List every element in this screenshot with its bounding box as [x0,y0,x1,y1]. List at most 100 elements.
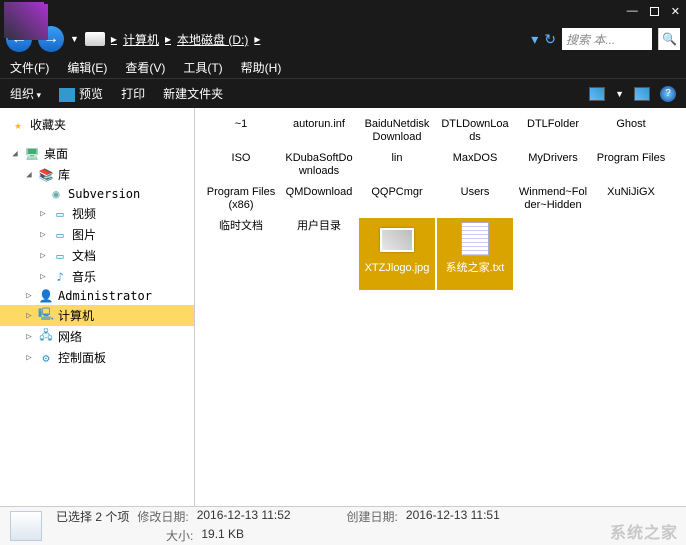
nav-bar: ← → ▼ ▸ 计算机 ▸ 本地磁盘 (D:) ▸ ▾ ↻ 搜索 本... 🔍 [0,22,686,56]
file-item[interactable]: 临时文档 [203,218,279,290]
file-label: DTLDownLoads [439,118,511,144]
expand-icon[interactable]: ▷ [24,332,34,342]
menu-tools[interactable]: 工具(T) [183,59,222,76]
file-item[interactable]: BaiduNetdiskDownload [359,116,435,146]
menu-file[interactable]: 文件(F) [10,59,49,76]
file-item[interactable]: XuNiJiGX [593,184,669,214]
expand-icon[interactable]: ▷ [24,291,34,301]
history-dropdown[interactable]: ▼ [70,34,79,44]
status-create-label: 创建日期: [347,508,398,525]
collapse-icon[interactable]: ◢ [24,170,34,180]
file-item[interactable]: lin [359,150,435,180]
file-label: Program Files (x86) [205,186,277,212]
file-label: KDubaSoftDownloads [283,152,355,178]
collapse-icon[interactable]: ◢ [10,149,20,159]
minimize-button[interactable]: — [627,5,638,17]
file-label: ISO [232,152,251,178]
breadcrumb-computer[interactable]: 计算机 [123,31,159,48]
file-label: Program Files [597,152,665,178]
file-item[interactable]: Program Files (x86) [203,184,279,214]
view-mode-icon[interactable] [589,87,605,101]
status-selection: 已选择 2 个项 [56,508,129,525]
music-icon: ♪ [52,270,68,284]
file-item[interactable]: autorun.inf [281,116,357,146]
file-item[interactable]: 系统之家.txt [437,218,513,290]
file-item[interactable]: Ghost [593,116,669,146]
expand-icon[interactable]: ▷ [38,230,48,240]
breadcrumb-drive[interactable]: 本地磁盘 (D:) [177,31,248,48]
file-item[interactable]: QQPCmgr [359,184,435,214]
expand-icon[interactable]: ▷ [24,353,34,363]
tree-subversion[interactable]: ◉Subversion [0,185,194,203]
expand-icon[interactable]: ▷ [24,311,34,321]
file-item[interactable]: Winmend~Folder~Hidden [515,184,591,214]
file-item[interactable]: MaxDOS [437,150,513,180]
print-button[interactable]: 打印 [121,85,145,102]
tree-control-panel[interactable]: ▷⚙控制面板 [0,347,194,368]
file-list[interactable]: ~1 autorun.inf BaiduNetdiskDownloadDTLDown… [195,108,686,506]
file-label: Winmend~Folder~Hidden [517,186,589,212]
close-button[interactable]: ✕ [671,5,680,18]
window-titlebar: — ✕ [0,0,686,22]
search-button[interactable]: 🔍 [658,28,680,50]
tree-admin[interactable]: ▷👤Administrator [0,287,194,305]
file-label: autorun.inf [293,118,345,144]
tree-desktop[interactable]: ◢🖥桌面 [0,143,194,164]
file-item[interactable]: Program Files [593,150,669,180]
help-icon[interactable]: ? [660,86,676,102]
jpg-file-icon [373,220,421,260]
file-item[interactable]: MyDrivers [515,150,591,180]
breadcrumb[interactable]: ▸ 计算机 ▸ 本地磁盘 (D:) ▸ [111,31,260,48]
tree-music[interactable]: ▷♪音乐 [0,266,194,287]
tree-pictures[interactable]: ▷▭图片 [0,224,194,245]
file-label: 系统之家.txt [446,262,505,288]
expand-icon[interactable]: ▷ [38,272,48,282]
tree-libraries[interactable]: ◢📚库 [0,164,194,185]
pane-icon[interactable] [634,87,650,101]
menu-edit[interactable]: 编辑(E) [67,59,107,76]
file-item[interactable]: Users [437,184,513,214]
menu-view[interactable]: 查看(V) [125,59,165,76]
file-item[interactable]: XTZJlogo.jpg [359,218,435,290]
menu-bar: 文件(F) 编辑(E) 查看(V) 工具(T) 帮助(H) [0,56,686,78]
tree-documents[interactable]: ▷▭文档 [0,245,194,266]
view-dropdown[interactable]: ▼ [615,89,624,99]
organize-button[interactable]: 组织 [10,85,41,102]
file-label: Ghost [616,118,645,144]
file-item[interactable]: 用户目录 [281,218,357,290]
expand-icon[interactable]: ▷ [38,209,48,219]
tree-video[interactable]: ▷▭视频 [0,203,194,224]
file-item[interactable]: KDubaSoftDownloads [281,150,357,180]
file-item[interactable]: ~1 [203,116,279,146]
user-icon: 👤 [38,289,54,303]
file-item[interactable]: ISO [203,150,279,180]
refresh-icon[interactable]: ↻ [544,31,556,48]
file-label: lin [391,152,402,178]
maximize-button[interactable] [650,7,659,16]
tree-favorites[interactable]: ★收藏夹 [0,114,194,135]
status-size-label: 大小: [166,527,193,544]
file-item[interactable]: DTLDownLoads [437,116,513,146]
file-item[interactable]: DTLFolder [515,116,591,146]
expand-icon[interactable]: ▷ [38,251,48,261]
tree-computer[interactable]: ▷🖳计算机 [0,305,194,326]
file-label: DTLFolder [527,118,579,144]
new-folder-button[interactable]: 新建文件夹 [163,85,223,102]
menu-help[interactable]: 帮助(H) [241,59,282,76]
preview-icon [59,88,75,102]
status-mod-label: 修改日期: [137,508,188,525]
status-size-value: 19.1 KB [201,527,244,544]
status-thumb-icon [10,511,42,541]
file-label: QMDownload [286,186,353,212]
breadcrumb-sep: ▸ [165,32,171,46]
tree-network[interactable]: ▷🖧网络 [0,326,194,347]
search-input[interactable]: 搜索 本... [562,28,652,50]
preview-button[interactable]: 预览 [59,85,103,102]
file-label: XuNiJiGX [607,186,655,212]
file-label: 用户目录 [297,220,341,246]
file-item[interactable]: QMDownload [281,184,357,214]
toolbar: 组织 预览 打印 新建文件夹 ▼ ? [0,78,686,108]
file-label: 临时文档 [219,220,263,246]
breadcrumb-sep: ▸ [254,32,260,46]
dropdown-icon[interactable]: ▾ [531,31,538,48]
